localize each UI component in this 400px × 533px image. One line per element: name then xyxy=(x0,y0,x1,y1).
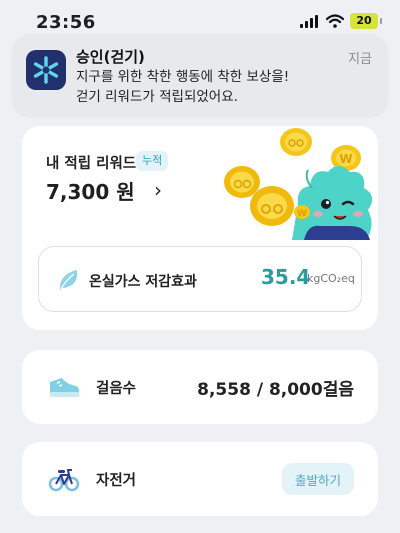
notification-line-1: 지구를 위한 착한 행동에 착한 보상을! xyxy=(76,69,290,85)
signal-icon xyxy=(300,15,320,28)
wifi-icon xyxy=(326,14,344,28)
ghg-label: 온실가스 저감효과 xyxy=(89,274,197,290)
notification-time: 지금 xyxy=(348,52,372,67)
start-ride-button[interactable]: 출발하기 xyxy=(282,463,354,495)
steps-card[interactable]: 걸음수 8,558 / 8,000걸음 xyxy=(22,350,378,424)
steps-label: 걸음수 xyxy=(96,381,137,397)
notification-body: 지구를 위한 착한 행동에 착한 보상을! 걷기 리워드가 적립되었어요. xyxy=(76,67,376,107)
app-logo-icon xyxy=(26,50,66,90)
bicycle-label: 자전거 xyxy=(96,473,137,489)
coin-icon xyxy=(250,186,294,226)
notification-banner[interactable]: 승인(걷기) 지금 지구를 위한 착한 행동에 착한 보상을! 걷기 리워드가 … xyxy=(12,34,388,116)
bicycle-icon xyxy=(48,469,80,492)
leaf-icon xyxy=(59,270,78,290)
coin-icon xyxy=(224,166,260,198)
cumulative-badge: 누적 xyxy=(136,151,169,171)
chevron-right-icon[interactable]: › xyxy=(154,178,162,202)
coin-icon xyxy=(280,128,312,156)
ghg-value: 35.4 xyxy=(261,265,311,289)
mascot-character: W xyxy=(292,166,373,240)
reward-card: 내 적립 리워드 누적 7,300 원 › W W 온실가스 저감효과 35.4… xyxy=(22,126,378,330)
status-time: 23:56 xyxy=(36,12,96,33)
reward-label: 내 적립 리워드 xyxy=(46,156,137,172)
notification-title: 승인(걷기) xyxy=(76,48,145,66)
svg-text:W: W xyxy=(339,152,352,166)
svg-text:W: W xyxy=(297,209,307,219)
bicycle-card: 자전거 출발하기 xyxy=(22,442,378,516)
battery-icon: 20 xyxy=(350,13,382,29)
notification-line-2: 걷기 리워드가 적립되었어요. xyxy=(76,89,238,105)
reward-amount[interactable]: 7,300 원 xyxy=(46,176,135,205)
mascot-coins-illustration: W W xyxy=(224,128,373,240)
steps-value: 8,558 / 8,000걸음 xyxy=(197,380,354,400)
sneaker-icon xyxy=(50,378,79,397)
ghg-reduction-box: 온실가스 저감효과 35.4 kgCO₂eq xyxy=(38,246,362,312)
ghg-unit: kgCO₂eq xyxy=(307,272,355,285)
